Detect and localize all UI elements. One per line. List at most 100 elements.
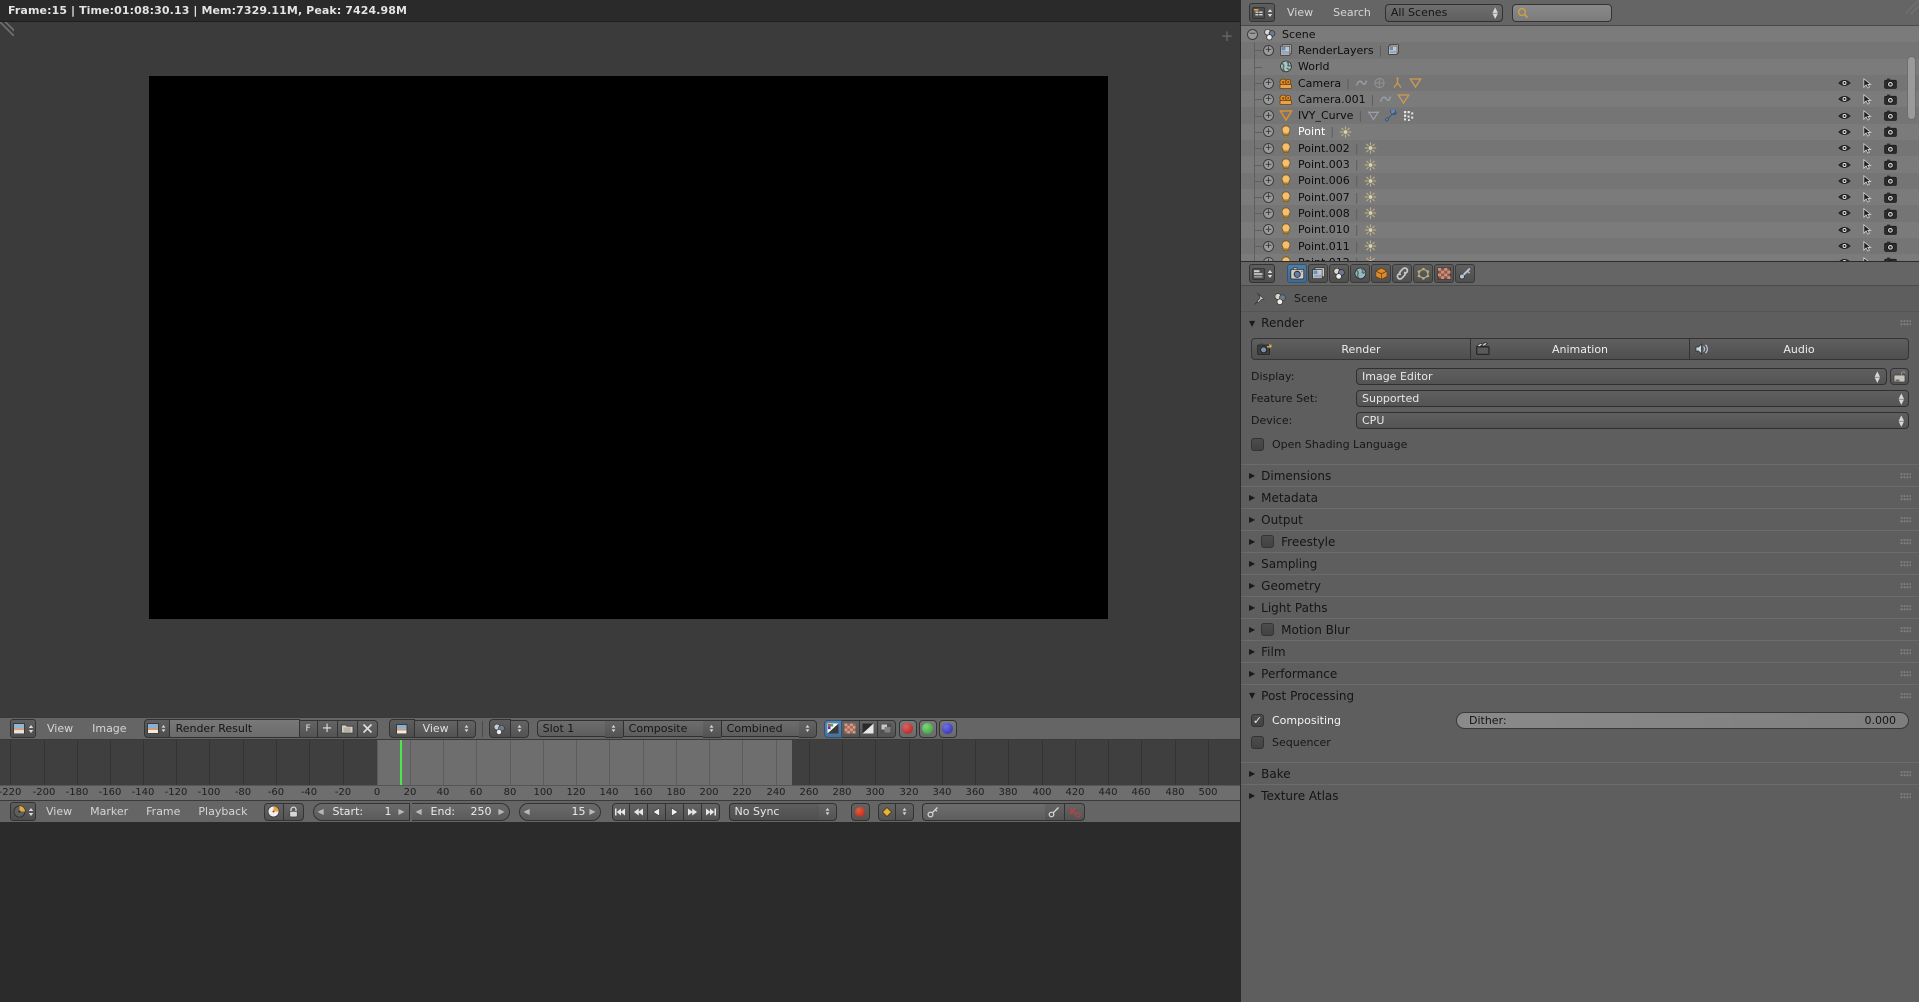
panel-header-freestyle[interactable]: ▶ Freestyle — [1241, 530, 1919, 552]
panel-header-performance[interactable]: ▶ Performance — [1241, 662, 1919, 684]
animation-icon[interactable] — [1355, 77, 1368, 89]
expand-toggle-icon[interactable]: + — [1263, 240, 1274, 252]
panel-header-output[interactable]: ▶ Output — [1241, 508, 1919, 530]
fake-user-button[interactable]: F — [299, 719, 318, 738]
image-name-field[interactable]: Render Result — [169, 719, 300, 738]
panel-drag-grip[interactable] — [1900, 319, 1911, 327]
render-restrict-icon[interactable] — [1884, 208, 1897, 219]
expand-toggle-icon[interactable]: + — [1263, 77, 1274, 89]
render-slot-select[interactable]: Slot 1 — [536, 720, 605, 737]
osl-checkbox[interactable] — [1251, 438, 1264, 451]
render-still-button[interactable]: Render — [1251, 338, 1471, 360]
outliner-row[interactable]: + Point | — [1241, 123, 1919, 141]
properties-content[interactable]: ▼ Render Render Animation Audio Display:… — [1241, 312, 1919, 1002]
panel-enable-checkbox[interactable] — [1261, 535, 1275, 548]
outliner-item-name[interactable]: Point.011 — [1298, 240, 1350, 253]
expand-toggle-icon[interactable]: + — [1263, 191, 1274, 203]
cursor-arrow-icon[interactable] — [1862, 207, 1873, 219]
auto-keying-icon[interactable] — [263, 802, 284, 821]
collapse-toggle-icon[interactable]: − — [1247, 28, 1258, 40]
cursor-arrow-icon[interactable] — [1862, 224, 1873, 235]
expand-toggle-icon[interactable]: + — [1263, 142, 1274, 154]
record-icon[interactable] — [850, 802, 870, 821]
panel-header-film[interactable]: ▶ Film — [1241, 640, 1919, 662]
outliner-row[interactable]: + Point.002 | — [1241, 140, 1919, 157]
eye-icon[interactable] — [1838, 192, 1851, 202]
render-restrict-icon[interactable] — [1884, 192, 1897, 203]
play-icon[interactable] — [665, 802, 684, 821]
start-dec-arrow[interactable]: ◀ — [318, 807, 324, 816]
constraint-icon[interactable] — [1373, 77, 1386, 89]
color-and-alpha-icon[interactable] — [823, 719, 842, 738]
menu-frame[interactable]: Frame — [138, 801, 188, 822]
world-tab[interactable] — [1350, 264, 1370, 283]
outliner-item-name[interactable]: IVY_Curve — [1298, 109, 1353, 122]
jump-to-start-icon[interactable] — [611, 802, 630, 821]
outliner-row[interactable]: + Point.011 | — [1241, 237, 1919, 255]
eye-icon[interactable] — [1838, 111, 1851, 121]
jump-to-end-icon[interactable] — [701, 802, 720, 821]
device-arrows[interactable]: ▲ ▼ — [1899, 414, 1904, 427]
display-select[interactable]: Image Editor ▲ ▼ — [1356, 368, 1887, 385]
feature-set-select[interactable]: Supported ▲ ▼ — [1356, 390, 1909, 407]
unlink-image-icon[interactable] — [357, 719, 378, 738]
render-layers-tab[interactable] — [1308, 264, 1328, 283]
panel-drag-grip[interactable] — [1900, 626, 1911, 633]
keyframe-diamond-icon[interactable] — [877, 802, 896, 821]
particles-icon[interactable] — [1403, 110, 1416, 122]
keyframe-type-arrows[interactable] — [895, 802, 914, 821]
panel-header-render[interactable]: ▼ Render — [1241, 312, 1919, 334]
render-audio-button[interactable]: Audio — [1690, 338, 1909, 360]
outliner-item-name[interactable]: Point.003 — [1298, 158, 1350, 171]
outliner-item-name[interactable]: Point.008 — [1298, 207, 1350, 220]
timeline-scrub-area[interactable]: -220 -200 -180 -160 -140 -120 -100 -80 -60 -40 -20… — [0, 740, 1240, 800]
panel-header-light-paths[interactable]: ▶ Light Paths — [1241, 596, 1919, 618]
panel-drag-grip[interactable] — [1900, 516, 1911, 523]
object-tab[interactable] — [1371, 264, 1391, 283]
render-restrict-icon[interactable] — [1884, 241, 1897, 252]
lamp-data-icon[interactable] — [1364, 207, 1377, 220]
blue-channel-icon[interactable] — [938, 719, 957, 738]
lock-icon[interactable] — [283, 802, 304, 821]
outliner-row[interactable]: + Camera | — [1241, 74, 1919, 92]
panel-drag-grip[interactable] — [1900, 494, 1911, 501]
timeline-editor-type-icon[interactable] — [10, 802, 36, 821]
color-icon[interactable] — [841, 719, 860, 738]
panel-header-geometry[interactable]: ▶ Geometry — [1241, 574, 1919, 596]
render-restrict-icon[interactable] — [1884, 126, 1897, 138]
outliner-row[interactable]: + Point.008 | — [1241, 205, 1919, 222]
outliner-row[interactable]: + Point.003 | — [1241, 156, 1919, 173]
outliner-menu-view[interactable]: View — [1279, 0, 1321, 25]
render-slot-arrows[interactable] — [510, 719, 529, 738]
image-view-icon[interactable] — [388, 719, 415, 738]
expand-toggle-icon[interactable]: + — [1263, 224, 1274, 236]
expand-toggle-icon[interactable]: + — [1263, 93, 1274, 105]
end-inc-arrow[interactable]: ▶ — [498, 807, 504, 816]
cursor-arrow-icon[interactable] — [1862, 142, 1873, 154]
alpha-icon[interactable] — [859, 719, 878, 738]
outliner-item-name[interactable]: Camera.001 — [1298, 93, 1366, 106]
lamp-data-icon[interactable] — [1364, 142, 1377, 155]
lamp-data-icon[interactable] — [1364, 175, 1377, 187]
panel-drag-grip[interactable] — [1900, 604, 1911, 611]
modifier-icon[interactable] — [1385, 109, 1398, 122]
render-pass-select[interactable]: Combined — [720, 720, 799, 737]
menu-view[interactable]: View — [39, 718, 81, 739]
render-layer-select-arrows[interactable] — [702, 719, 721, 738]
insert-keyframe-icon[interactable] — [1044, 802, 1065, 821]
menu-image[interactable]: Image — [84, 718, 134, 739]
outliner-item-name[interactable]: Point.012 — [1298, 256, 1350, 261]
outliner-row[interactable]: + IVY_Curve | — [1241, 107, 1919, 124]
expand-toggle-icon[interactable]: + — [1263, 126, 1274, 138]
outliner-search-input[interactable] — [1511, 3, 1612, 22]
display-mode-arrows[interactable]: ▲ ▼ — [1493, 6, 1498, 19]
sequencer-checkbox[interactable] — [1251, 736, 1264, 749]
panel-header-motion-blur[interactable]: ▶ Motion Blur — [1241, 618, 1919, 640]
outliner-row[interactable]: + Point.006 | — [1241, 172, 1919, 189]
render-restrict-icon[interactable] — [1884, 224, 1897, 235]
texture-tab[interactable] — [1434, 264, 1454, 283]
panel-drag-grip[interactable] — [1900, 538, 1911, 545]
panel-drag-grip[interactable] — [1900, 582, 1911, 589]
play-reverse-icon[interactable] — [647, 802, 666, 821]
eye-icon[interactable] — [1838, 94, 1851, 104]
